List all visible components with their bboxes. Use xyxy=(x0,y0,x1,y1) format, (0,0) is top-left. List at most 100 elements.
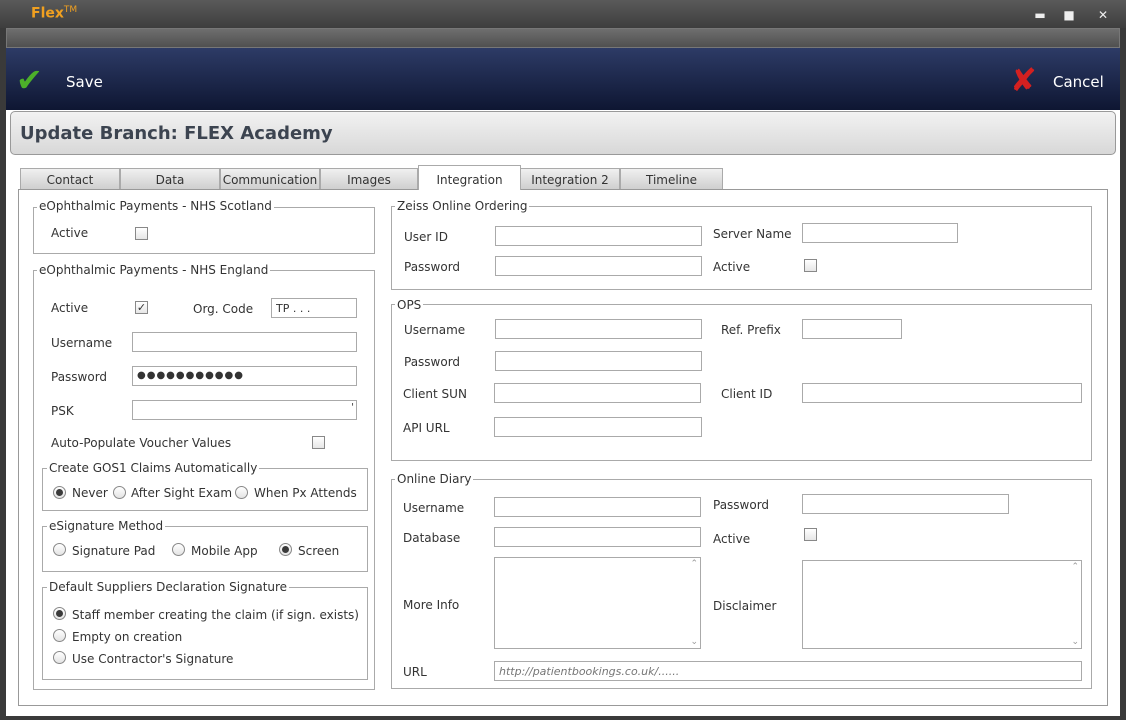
ops-legend: OPS xyxy=(395,298,424,312)
nhs-england-password-label: Password xyxy=(51,370,108,384)
nhs-england-username-label: Username xyxy=(51,336,113,350)
scroll-down-icon[interactable]: ⌄ xyxy=(1071,637,1079,647)
tab-communication[interactable]: Communication xyxy=(220,168,320,189)
zeiss-user-id-label: User ID xyxy=(404,230,448,244)
online-diary-url-label: URL xyxy=(403,665,427,679)
tab-contact[interactable]: Contact xyxy=(20,168,120,189)
psk-label: PSK xyxy=(51,404,74,418)
save-button[interactable]: ✔ Save xyxy=(14,58,110,102)
page-title: Update Branch: FLEX Academy xyxy=(20,123,333,144)
more-info-textarea[interactable]: ⌃ ⌄ xyxy=(494,557,701,649)
maximize-icon[interactable]: ■ xyxy=(1062,8,1076,22)
ops-password-input[interactable] xyxy=(495,351,702,371)
org-code-label: Org. Code xyxy=(193,302,254,316)
zeiss-active-label: Active xyxy=(713,260,751,274)
zeiss-group xyxy=(391,206,1092,290)
zeiss-password-input[interactable] xyxy=(495,256,702,276)
tab-integration[interactable]: Integration xyxy=(418,165,521,190)
nhs-england-active-label: Active xyxy=(51,301,89,315)
org-code-input[interactable] xyxy=(271,298,357,318)
cancel-label: Cancel xyxy=(1053,73,1104,91)
nhs-england-username-input[interactable] xyxy=(132,332,357,352)
tab-timeline[interactable]: Timeline xyxy=(620,168,723,189)
gos1-legend: Create GOS1 Claims Automatically xyxy=(47,461,260,475)
ops-client-id-label: Client ID xyxy=(721,387,773,401)
title-bar xyxy=(0,0,1126,28)
ops-client-sun-input[interactable] xyxy=(494,383,701,403)
auto-populate-label: Auto-Populate Voucher Values xyxy=(51,436,232,450)
checkmark-icon: ✔ xyxy=(16,61,43,99)
zeiss-active-checkbox[interactable] xyxy=(804,259,817,272)
esignature-signature-pad-label: Signature Pad xyxy=(72,544,156,558)
gos1-after-sight-exam-label: After Sight Exam xyxy=(131,486,233,500)
nhs-england-legend: eOphthalmic Payments - NHS England xyxy=(37,263,271,277)
empty-on-creation-label: Empty on creation xyxy=(72,630,183,644)
auto-populate-checkbox[interactable] xyxy=(312,436,325,449)
esignature-screen-label: Screen xyxy=(298,544,340,558)
contractor-signature-radio[interactable] xyxy=(53,651,66,664)
ops-ref-prefix-input[interactable] xyxy=(802,319,902,339)
gos1-never-label: Never xyxy=(72,486,108,500)
minimize-icon[interactable]: ▬ xyxy=(1033,8,1047,22)
toolbar xyxy=(6,48,1120,110)
tab-data[interactable]: Data xyxy=(120,168,220,189)
psk-overflow-mark: ' xyxy=(351,402,354,413)
gos1-when-px-attends-label: When Px Attends xyxy=(254,486,357,500)
disclaimer-textarea[interactable]: ⌃ ⌄ xyxy=(802,560,1082,649)
esignature-screen-radio[interactable] xyxy=(279,543,292,556)
close-icon[interactable]: ✕ xyxy=(1096,8,1110,22)
tab-integration-2[interactable]: Integration 2 xyxy=(520,168,620,189)
staff-member-label: Staff member creating the claim (if sign… xyxy=(72,608,359,622)
gos1-never-radio[interactable] xyxy=(53,486,66,499)
save-label: Save xyxy=(66,73,103,91)
scroll-up-icon[interactable]: ⌃ xyxy=(1071,562,1079,572)
zeiss-legend: Zeiss Online Ordering xyxy=(395,199,530,213)
default-suppliers-legend: Default Suppliers Declaration Signature xyxy=(47,580,290,594)
more-info-label: More Info xyxy=(403,598,460,612)
zeiss-user-id-input[interactable] xyxy=(495,226,702,246)
online-diary-active-checkbox[interactable] xyxy=(804,528,817,541)
ops-client-id-input[interactable] xyxy=(802,383,1082,403)
gos1-after-sight-exam-radio[interactable] xyxy=(113,486,126,499)
nhs-england-active-checkbox[interactable]: ✓ xyxy=(135,301,148,314)
online-diary-database-label: Database xyxy=(403,531,461,545)
tab-images[interactable]: Images xyxy=(320,168,418,189)
ops-client-sun-label: Client SUN xyxy=(403,387,467,401)
ops-username-input[interactable] xyxy=(495,319,702,339)
esignature-signature-pad-radio[interactable] xyxy=(53,543,66,556)
psk-input[interactable]: ' xyxy=(132,400,357,420)
cancel-button[interactable]: ✘ Cancel xyxy=(1008,58,1114,102)
menu-strip xyxy=(6,28,1120,48)
esignature-legend: eSignature Method xyxy=(47,519,166,533)
zeiss-server-name-label: Server Name xyxy=(713,227,792,241)
nhs-scotland-active-label: Active xyxy=(51,226,89,240)
ops-api-url-label: API URL xyxy=(403,421,450,435)
ops-username-label: Username xyxy=(404,323,466,337)
online-diary-username-label: Username xyxy=(403,501,465,515)
online-diary-legend: Online Diary xyxy=(395,472,474,486)
gos1-when-px-attends-radio[interactable] xyxy=(235,486,248,499)
ops-password-label: Password xyxy=(404,355,461,369)
online-diary-url-input[interactable] xyxy=(494,661,1082,681)
esignature-mobile-app-label: Mobile App xyxy=(191,544,258,558)
scroll-down-icon[interactable]: ⌄ xyxy=(690,637,698,647)
staff-member-radio[interactable] xyxy=(53,607,66,620)
online-diary-database-input[interactable] xyxy=(494,527,701,547)
online-diary-active-label: Active xyxy=(713,532,751,546)
esignature-mobile-app-radio[interactable] xyxy=(172,543,185,556)
scroll-up-icon[interactable]: ⌃ xyxy=(690,559,698,569)
nhs-england-password-input[interactable]: ●●●●●●●●●●● xyxy=(132,366,357,386)
disclaimer-label: Disclaimer xyxy=(713,599,777,613)
zeiss-server-name-input[interactable] xyxy=(802,223,958,243)
ops-ref-prefix-label: Ref. Prefix xyxy=(721,323,781,337)
ops-api-url-input[interactable] xyxy=(494,417,702,437)
online-diary-password-input[interactable] xyxy=(802,494,1009,514)
zeiss-password-label: Password xyxy=(404,260,461,274)
cross-icon: ✘ xyxy=(1010,61,1037,99)
empty-on-creation-radio[interactable] xyxy=(53,629,66,642)
app-title-text: Flex xyxy=(31,5,64,22)
nhs-scotland-active-checkbox[interactable] xyxy=(135,227,148,240)
online-diary-username-input[interactable] xyxy=(494,497,701,517)
trademark: TM xyxy=(63,5,78,15)
contractor-signature-label: Use Contractor's Signature xyxy=(72,652,234,666)
